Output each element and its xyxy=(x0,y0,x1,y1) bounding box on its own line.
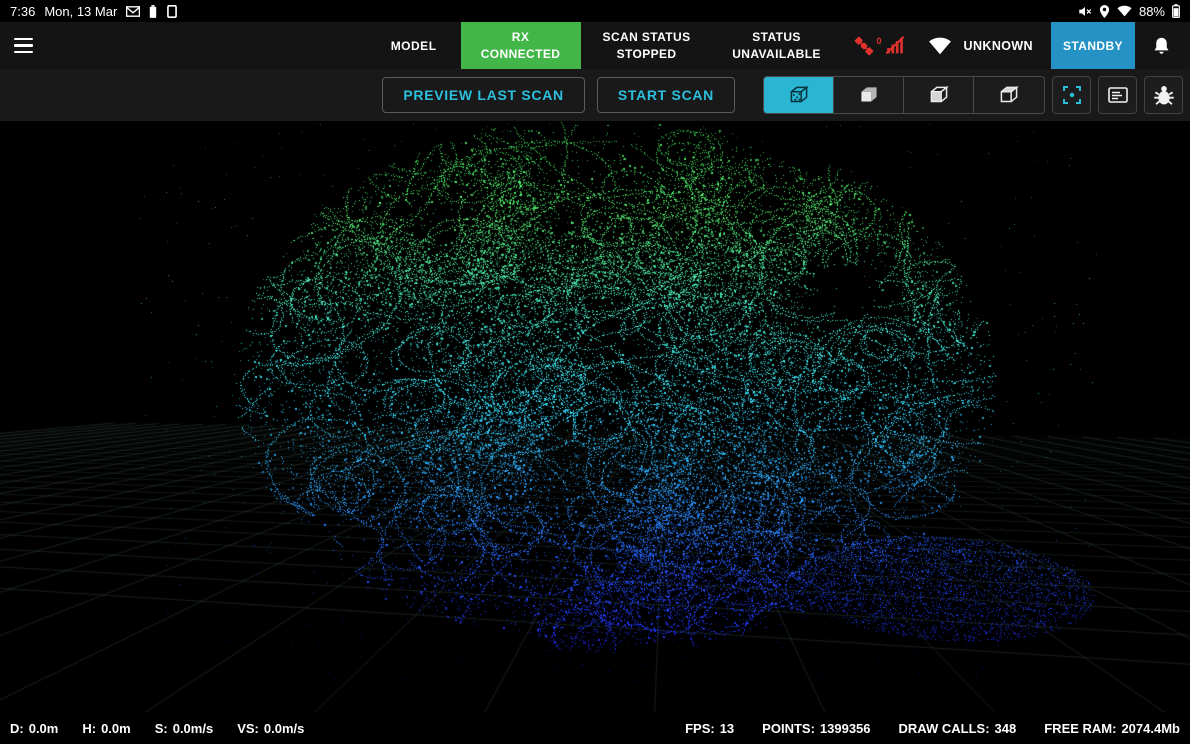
standby-button[interactable]: STANDBY xyxy=(1051,22,1135,69)
device-status-value: UNAVAILABLE xyxy=(732,46,821,63)
scan-status-label: SCAN STATUS xyxy=(603,29,691,46)
scan-status-value: STOPPED xyxy=(617,46,677,63)
view-mode-group xyxy=(763,76,1045,114)
view-mode-top-face-button[interactable] xyxy=(974,77,1044,113)
gnss-count-badge: 0 xyxy=(877,36,882,46)
viewer-toolbar: PREVIEW LAST SCAN START SCAN xyxy=(0,69,1190,121)
telemetry-bar: D:0.0m H:0.0m S:0.0m/s VS:0.0m/s FPS:13 … xyxy=(0,712,1190,744)
point-cloud-canvas[interactable] xyxy=(0,121,1190,712)
network-name-label: UNKNOWN xyxy=(964,39,1033,53)
location-icon xyxy=(1099,5,1110,18)
notifications-bell-icon[interactable] xyxy=(1151,35,1172,57)
volume-mute-icon xyxy=(1078,5,1092,18)
clock: 7:36 xyxy=(10,4,35,19)
device-status-label: STATUS xyxy=(752,29,801,46)
render-stats: FPS:13 POINTS:1399356 DRAW CALLS:348 FRE… xyxy=(685,721,1180,736)
battery-saver-icon xyxy=(149,5,157,18)
start-scan-button[interactable]: START SCAN xyxy=(597,77,735,113)
alert-icon-cluster: 0 xyxy=(851,22,906,69)
device-status-indicator: STATUS UNAVAILABLE xyxy=(713,22,841,69)
android-status-bar: 7:36 Mon, 13 Mar 88% xyxy=(0,0,1190,22)
battery-percent-label: 88% xyxy=(1139,4,1165,19)
fps-stat: FPS:13 xyxy=(685,721,734,736)
date: Mon, 13 Mar xyxy=(44,4,117,19)
speed-stat: S:0.0m/s xyxy=(155,721,213,736)
battery-icon xyxy=(1172,4,1180,18)
preview-last-scan-button[interactable]: PREVIEW LAST SCAN xyxy=(382,77,584,113)
free-ram-stat: FREE RAM:2074.4Mb xyxy=(1044,721,1180,736)
height-stat: H:0.0m xyxy=(82,721,130,736)
console-log-icon-button[interactable] xyxy=(1098,76,1137,114)
model-label: MODEL xyxy=(391,39,437,53)
wifi-status-icon xyxy=(1117,5,1132,17)
scan-status-indicator: SCAN STATUS STOPPED xyxy=(581,22,713,69)
gmail-icon xyxy=(126,6,140,17)
app-header: MODEL RX CONNECTED SCAN STATUS STOPPED S… xyxy=(0,22,1190,69)
nav-stats: D:0.0m H:0.0m S:0.0m/s VS:0.0m/s xyxy=(10,721,304,736)
no-signal-icon[interactable] xyxy=(884,35,906,56)
recenter-view-icon-button[interactable] xyxy=(1052,76,1091,114)
distance-stat: D:0.0m xyxy=(10,721,58,736)
rx-connected-button[interactable]: RX CONNECTED xyxy=(461,22,581,69)
debug-bug-icon-button[interactable] xyxy=(1144,76,1183,114)
view-mode-front-face-button[interactable] xyxy=(904,77,974,113)
3d-viewport xyxy=(0,121,1190,712)
wifi-icon[interactable] xyxy=(928,36,952,55)
rx-line2: CONNECTED xyxy=(481,46,561,63)
menu-button[interactable] xyxy=(0,22,46,69)
gnss-satellite-icon[interactable]: 0 xyxy=(851,34,877,58)
rx-line1: RX xyxy=(512,29,529,46)
vertical-speed-stat: VS:0.0m/s xyxy=(237,721,304,736)
view-mode-solid-button[interactable] xyxy=(834,77,904,113)
draw-calls-stat: DRAW CALLS:348 xyxy=(899,721,1017,736)
view-mode-pointcloud-button[interactable] xyxy=(764,77,834,113)
points-stat: POINTS:1399356 xyxy=(762,721,870,736)
screen-rotate-icon xyxy=(166,5,178,18)
app-screen: 7:36 Mon, 13 Mar 88% xyxy=(0,0,1190,744)
